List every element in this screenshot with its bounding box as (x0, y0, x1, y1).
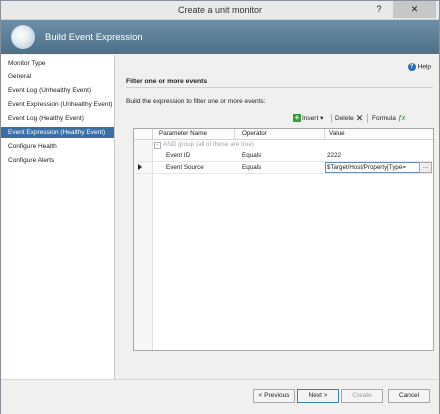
browse-ellipsis-button[interactable]: ... (419, 162, 432, 173)
column-separator[interactable] (324, 129, 325, 139)
column-separator[interactable] (234, 129, 235, 139)
help-icon: ? (407, 63, 416, 71)
create-button[interactable]: Create (341, 389, 383, 403)
formula-icon: ƒx (397, 115, 406, 122)
table-row[interactable]: Event ID Equals 2222 (134, 150, 433, 162)
sidebar-item-event-log-unhealthy[interactable]: Event Log (Unhealthy Event) (1, 85, 114, 96)
current-row-arrow-icon (138, 164, 142, 170)
table-row[interactable]: Event Source Equals $Target/Host/Propert… (134, 162, 433, 174)
close-button[interactable]: ✕ (393, 1, 436, 18)
column-header-value[interactable]: Value (329, 129, 345, 139)
insert-button[interactable]: + Insert ▾ (293, 113, 323, 124)
collapse-icon[interactable]: − (154, 142, 161, 149)
column-header-operator[interactable]: Operator (242, 129, 267, 139)
toolbar-separator (367, 114, 368, 123)
sidebar-item-general[interactable]: General (1, 71, 114, 82)
title-help-button[interactable]: ? (366, 1, 392, 18)
wizard-steps-sidebar: Monitor Type General Event Log (Unhealth… (1, 55, 115, 379)
value-cell[interactable]: 2222 (327, 150, 341, 161)
formula-label: Formula (372, 115, 396, 123)
operator-cell[interactable]: Equals (242, 162, 261, 173)
create-unit-monitor-window: Create a unit monitor ? ✕ Build Event Ex… (0, 0, 440, 414)
operator-cell[interactable]: Equals (242, 150, 261, 161)
value-edit-field[interactable]: $Target/Host/Property[Type= (325, 162, 421, 173)
cancel-button[interactable]: Cancel (388, 389, 430, 403)
delete-button[interactable]: Delete ✕ (335, 113, 363, 124)
sidebar-item-configure-alerts[interactable]: Configure Alerts (1, 155, 114, 166)
expression-toolbar: + Insert ▾ Delete ✕ Formula ƒx (293, 113, 433, 124)
help-link[interactable]: ? Help (407, 63, 431, 71)
column-header-parameter-name[interactable]: Parameter Name (159, 129, 207, 139)
expression-grid: Parameter Name Operator Value − AND group… (133, 128, 434, 351)
toolbar-separator (331, 114, 332, 123)
dropdown-arrow-icon: ▾ (320, 115, 324, 122)
monitor-icon (11, 25, 35, 49)
help-label: Help (417, 63, 431, 71)
next-button[interactable]: Next > (297, 389, 339, 403)
previous-button[interactable]: < Previous (253, 389, 295, 403)
page-title: Build Event Expression (45, 32, 143, 43)
section-divider (126, 87, 433, 88)
instruction-text: Build the expression to filter one or mo… (126, 98, 266, 105)
section-title: Filter one or more events (126, 78, 208, 85)
page-banner: Build Event Expression (1, 20, 439, 54)
sidebar-item-event-log-healthy[interactable]: Event Log (Healthy Event) (1, 113, 114, 124)
parameter-name-cell[interactable]: Event ID (166, 150, 190, 161)
delete-x-icon: ✕ (355, 113, 364, 123)
column-separator (152, 129, 153, 139)
sidebar-item-monitor-type[interactable]: Monitor Type (1, 58, 114, 69)
sidebar-item-event-expression-unhealthy[interactable]: Event Expression (Unhealthy Event) (1, 99, 114, 110)
formula-button[interactable]: Formula ƒx (372, 113, 405, 124)
plus-icon: + (293, 113, 301, 123)
sidebar-item-event-expression-healthy[interactable]: Event Expression (Healthy Event) (1, 127, 114, 138)
wizard-footer: < Previous Next > Create Cancel (1, 379, 439, 414)
grid-header: Parameter Name Operator Value (134, 129, 433, 140)
parameter-name-cell[interactable]: Event Source (166, 162, 204, 173)
delete-label: Delete (335, 115, 354, 123)
sidebar-item-configure-health[interactable]: Configure Health (1, 141, 114, 152)
and-group-row[interactable]: − AND group (all of these are true) (154, 140, 433, 150)
and-group-label: AND group (all of these are true) (163, 141, 254, 148)
main-panel: ? Help Filter one or more events Build th… (115, 55, 439, 379)
title-bar: Create a unit monitor ? ✕ (1, 1, 439, 20)
insert-label: Insert (302, 115, 319, 122)
